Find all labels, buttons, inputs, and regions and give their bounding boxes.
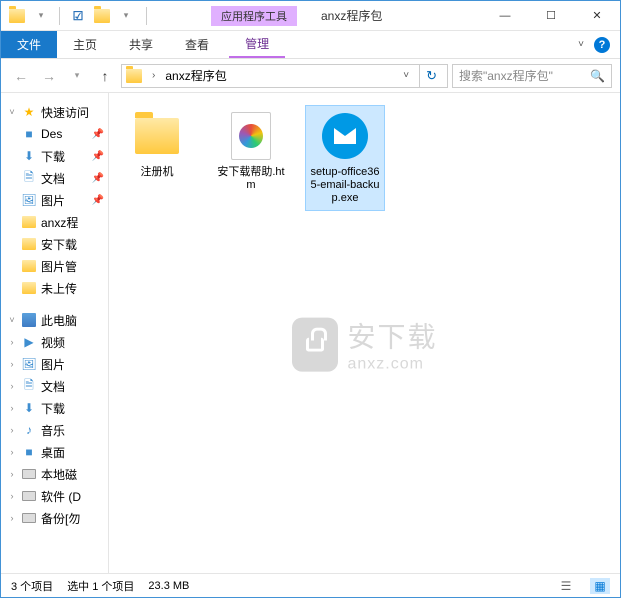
sidebar-item-localdisk[interactable]: ›本地磁: [1, 463, 108, 485]
recent-locations-icon[interactable]: ▾: [65, 64, 89, 88]
status-count: 3 个项目: [11, 578, 53, 594]
chevron-right-icon[interactable]: ›: [148, 70, 159, 81]
tab-home[interactable]: 主页: [57, 31, 113, 58]
sidebar-item-notup[interactable]: 未上传: [1, 277, 108, 299]
file-label: 注册机: [141, 166, 174, 179]
tab-manage[interactable]: 管理: [229, 31, 285, 58]
qat-dropdown-icon[interactable]: ▾: [31, 6, 51, 26]
watermark: 安下载 anxz.com: [291, 316, 437, 374]
status-selected: 选中 1 个项目: [67, 578, 134, 594]
sidebar-item-anxia[interactable]: 安下载: [1, 233, 108, 255]
sidebar-item-desktop[interactable]: ■Des📌: [1, 123, 108, 145]
sidebar-item-software[interactable]: ›软件 (D: [1, 485, 108, 507]
tab-file[interactable]: 文件: [1, 31, 57, 58]
help-icon[interactable]: ?: [594, 37, 610, 53]
minimize-button[interactable]: —: [482, 1, 528, 31]
sidebar-item-documents2[interactable]: ›🗎文档: [1, 375, 108, 397]
close-button[interactable]: ✕: [574, 1, 620, 31]
file-item-htm[interactable]: 安下载帮助.htm: [211, 105, 291, 197]
ribbon-context-label: 应用程序工具: [211, 6, 297, 26]
divider: [59, 7, 60, 25]
file-label: setup-office365-email-backup.exe: [310, 166, 380, 206]
tab-view[interactable]: 查看: [169, 31, 225, 58]
sidebar-item-music[interactable]: ›♪音乐: [1, 419, 108, 441]
status-size: 23.3 MB: [148, 580, 189, 592]
content-pane[interactable]: 注册机 安下载帮助.htm setup-office365-email-back…: [109, 93, 620, 573]
nav-row: ← → ▾ ↑ › anxz程序包 ˅ ↻ 搜索"anxz程序包" 🔍: [1, 59, 620, 93]
watermark-cn: 安下载: [347, 316, 437, 356]
back-button[interactable]: ←: [9, 64, 33, 88]
folder-icon[interactable]: [7, 6, 27, 26]
folder-icon: [131, 110, 183, 162]
folder-icon: [126, 69, 142, 83]
divider: [146, 7, 147, 25]
sidebar-item-downloads2[interactable]: ›⬇下载: [1, 397, 108, 419]
shield-icon: [291, 318, 337, 372]
up-button[interactable]: ↑: [93, 64, 117, 88]
forward-button[interactable]: →: [37, 64, 61, 88]
refresh-button[interactable]: ↻: [419, 65, 443, 87]
main-area: ˅★快速访问 ■Des📌 ⬇下载📌 🗎文档📌 🖼图片📌 anxz程 安下载 图片…: [1, 93, 620, 573]
window-title: anxz程序包: [297, 7, 482, 24]
sidebar-item-videos[interactable]: ›▶视频: [1, 331, 108, 353]
search-input[interactable]: 搜索"anxz程序包" 🔍: [452, 64, 612, 88]
window-controls: — ☐ ✕: [482, 1, 620, 31]
search-placeholder: 搜索"anxz程序包": [459, 67, 553, 84]
icons-view-button[interactable]: ▦: [590, 578, 610, 594]
ribbon: 文件 主页 共享 查看 管理 ˅ ?: [1, 31, 620, 59]
breadcrumb-location[interactable]: anxz程序包: [165, 67, 393, 84]
navigation-pane: ˅★快速访问 ■Des📌 ⬇下载📌 🗎文档📌 🖼图片📌 anxz程 安下载 图片…: [1, 93, 109, 573]
file-item-exe[interactable]: setup-office365-email-backup.exe: [305, 105, 385, 211]
chevron-down-icon[interactable]: ˅: [399, 70, 413, 81]
sidebar-item-desktop2[interactable]: ›■桌面: [1, 441, 108, 463]
titlebar: ▾ ☑ ▾ 应用程序工具 anxz程序包 — ☐ ✕: [1, 1, 620, 31]
quick-access-toolbar: ▾ ☑ ▾: [1, 6, 142, 26]
sidebar-item-thispc[interactable]: ˅此电脑: [1, 309, 108, 331]
properties-icon[interactable]: ☑: [68, 6, 88, 26]
status-bar: 3 个项目 选中 1 个项目 23.3 MB ☰ ▦: [1, 573, 620, 597]
htm-icon: [225, 110, 277, 162]
sidebar-item-quick-access[interactable]: ˅★快速访问: [1, 101, 108, 123]
watermark-en: anxz.com: [347, 356, 437, 374]
qat-customize-icon[interactable]: ▾: [116, 6, 136, 26]
sidebar-item-pictures2[interactable]: ›🖼图片: [1, 353, 108, 375]
sidebar-item-documents[interactable]: 🗎文档📌: [1, 167, 108, 189]
sidebar-item-anxz[interactable]: anxz程: [1, 211, 108, 233]
sidebar-item-backup[interactable]: ›备份[勿: [1, 507, 108, 529]
file-label: 安下载帮助.htm: [216, 166, 286, 192]
tab-share[interactable]: 共享: [113, 31, 169, 58]
sidebar-item-pictures[interactable]: 🖼图片📌: [1, 189, 108, 211]
details-view-button[interactable]: ☰: [556, 578, 576, 594]
search-icon[interactable]: 🔍: [590, 69, 605, 83]
new-folder-icon[interactable]: [92, 6, 112, 26]
maximize-button[interactable]: ☐: [528, 1, 574, 31]
sidebar-item-downloads[interactable]: ⬇下载📌: [1, 145, 108, 167]
sidebar-item-picmgr[interactable]: 图片管: [1, 255, 108, 277]
file-item-folder[interactable]: 注册机: [117, 105, 197, 184]
ribbon-collapse-icon[interactable]: ˅: [578, 39, 584, 50]
address-bar[interactable]: › anxz程序包 ˅ ↻: [121, 64, 448, 88]
exe-icon: [319, 110, 371, 162]
